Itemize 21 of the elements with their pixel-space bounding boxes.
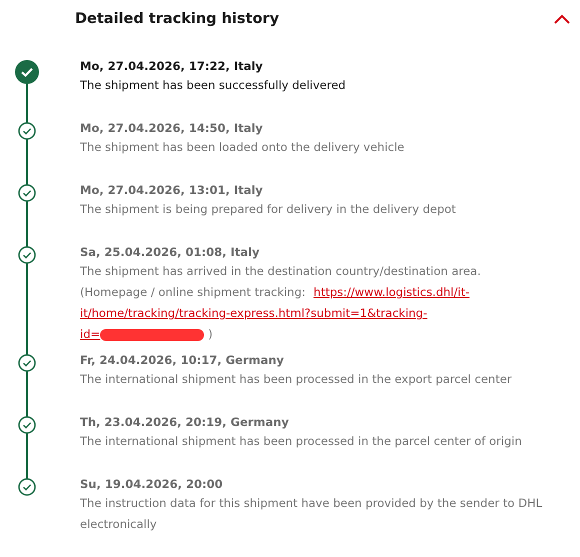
tracking-link[interactable]: it/home/tracking/tracking-express.html?submit=1&tracking- (80, 303, 428, 324)
event-description: The shipment has been loaded onto the delivery vehicle (80, 139, 406, 156)
event-description: The shipment has arrived in the destination country/destination area. (80, 263, 482, 280)
event-description: The shipment has been successfully delivered (80, 77, 347, 94)
event-datetime: Sa, 25.04.2026, 01:08, Italy (80, 244, 260, 261)
event-datetime: Th, 23.04.2026, 20:19, Germany (80, 414, 290, 431)
tracking-link[interactable]: id= (80, 324, 100, 345)
event-datetime: Su, 19.04.2026, 20:00 (80, 476, 224, 493)
tracking-link[interactable]: https://www.logistics.dhl/it- (314, 282, 470, 303)
event-datetime: Mo, 27.04.2026, 17:22, Italy (80, 58, 264, 75)
note-text: (Homepage / online shipment tracking: (80, 284, 306, 301)
event-description: The shipment is being prepared for delivery in the delivery depot (80, 201, 457, 218)
event-datetime: Mo, 27.04.2026, 14:50, Italy (80, 120, 264, 137)
event-datetime: Fr, 24.04.2026, 10:17, Germany (80, 352, 285, 369)
event-description: The international shipment has been processed in the export parcel center (80, 371, 513, 388)
event-description: The international shipment has been processed in the parcel center of origin (80, 433, 523, 450)
event-datetime: Mo, 27.04.2026, 13:01, Italy (80, 182, 264, 199)
event-description: The instruction data for this shipment have been provided by the sender to DHL electronically (80, 495, 544, 533)
note-text: ) (208, 326, 213, 343)
section-title: Detailed tracking history (75, 11, 280, 27)
collapse-chevron-icon[interactable] (554, 14, 570, 24)
